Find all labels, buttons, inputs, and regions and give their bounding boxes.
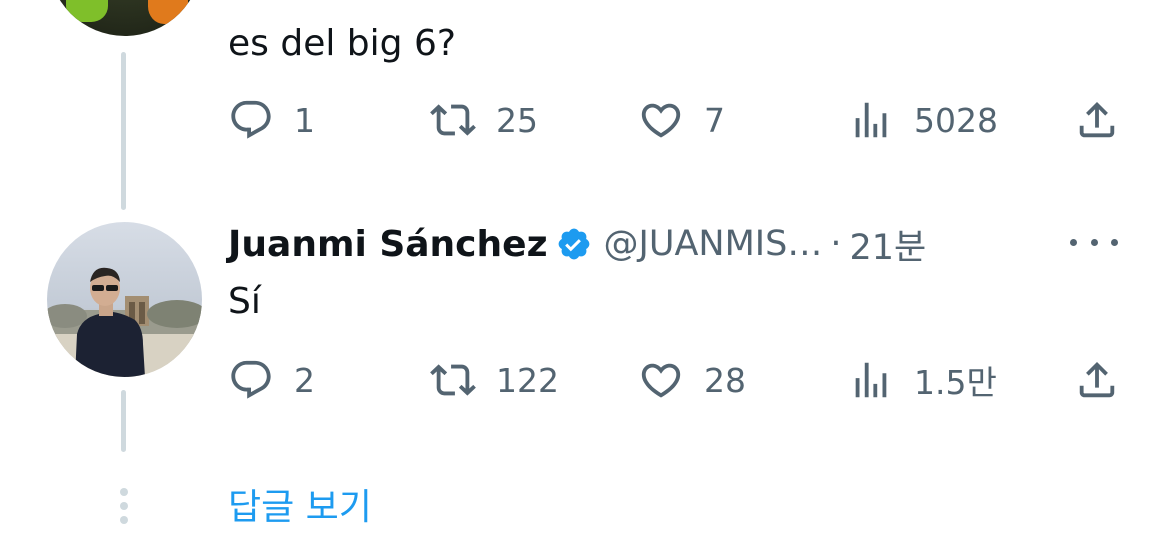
- show-replies-link[interactable]: 답글 보기: [228, 484, 372, 532]
- retweet-button[interactable]: 25: [430, 95, 538, 145]
- thread-dot: [120, 502, 128, 510]
- avatar-detail: [66, 0, 108, 22]
- tweet-text: Sí: [228, 281, 261, 322]
- heart-icon: [641, 103, 681, 138]
- retweet-count: 25: [496, 100, 538, 140]
- reply-count: 2: [294, 360, 315, 400]
- reply-count: 1: [294, 100, 315, 140]
- avatar-previous-tweet[interactable]: [48, 0, 202, 36]
- reply-button[interactable]: 2: [228, 355, 315, 405]
- more-options-icon: [1070, 238, 1077, 246]
- tweet-text: es del big 6?: [228, 23, 456, 64]
- retweet-icon: [430, 364, 476, 396]
- thread-continuation-dots: [118, 488, 130, 528]
- like-count: 7: [704, 100, 725, 140]
- more-options-button[interactable]: [1070, 228, 1118, 256]
- tweet-timestamp[interactable]: 21분: [849, 219, 926, 270]
- avatar-photo: [47, 267, 202, 377]
- like-button[interactable]: 7: [638, 95, 725, 145]
- views-button[interactable]: 5028: [848, 95, 998, 145]
- avatar-juanmi[interactable]: [47, 222, 202, 377]
- thread-dot: [120, 488, 128, 496]
- retweet-icon: [430, 104, 476, 136]
- reply-button[interactable]: 1: [228, 95, 315, 145]
- display-name[interactable]: Juanmi Sánchez: [228, 224, 548, 265]
- verified-badge-icon: [558, 228, 589, 260]
- like-count: 28: [704, 360, 746, 400]
- separator-dot: ·: [830, 224, 842, 264]
- view-count: 1.5만: [914, 363, 997, 402]
- share-button[interactable]: [1074, 355, 1120, 405]
- retweet-button[interactable]: 122: [430, 355, 559, 405]
- more-options-icon: [1090, 238, 1098, 246]
- thread-line-lower: [121, 390, 126, 452]
- reply-icon: [231, 100, 271, 139]
- thread-line-upper: [121, 52, 126, 210]
- more-options-icon: [1111, 238, 1118, 246]
- like-button[interactable]: 28: [638, 355, 746, 405]
- share-icon: [1079, 101, 1115, 138]
- avatar-detail: [148, 0, 188, 24]
- user-handle[interactable]: @JUANMIS…: [604, 224, 823, 264]
- tweet-actions: 1 25 7 5028: [228, 95, 1128, 145]
- reply-icon: [231, 360, 271, 399]
- tweet-actions: 2 122 28 1.5만: [228, 355, 1128, 405]
- tweet-header: Juanmi Sánchez @JUANMIS… · 21분: [228, 220, 926, 268]
- view-count: 5028: [914, 100, 998, 140]
- heart-icon: [641, 363, 681, 398]
- retweet-count: 122: [496, 360, 559, 400]
- share-button[interactable]: [1074, 95, 1120, 145]
- views-button[interactable]: 1.5만: [848, 355, 997, 405]
- share-icon: [1079, 361, 1115, 398]
- views-icon: [855, 362, 887, 398]
- thread-dot: [120, 516, 128, 524]
- views-icon: [855, 102, 887, 138]
